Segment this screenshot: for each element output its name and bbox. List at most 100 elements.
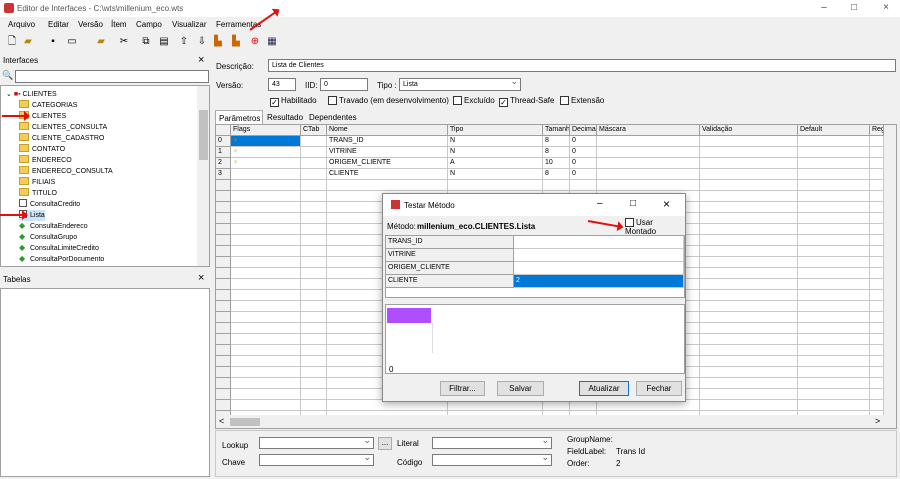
tree-item[interactable]: ◆ ConsultaEndereco xyxy=(19,221,88,232)
close-icon[interactable]: × xyxy=(878,2,894,14)
grid-cell[interactable] xyxy=(798,378,870,389)
iid-field[interactable]: 0 xyxy=(320,78,368,91)
grid-cell[interactable] xyxy=(301,389,327,400)
tree-item[interactable]: ENDERECO xyxy=(19,155,72,166)
tab-dependentes[interactable]: Dependentes xyxy=(307,112,359,123)
grid-cell[interactable]: TRANS_ID xyxy=(327,136,448,147)
column-header[interactable]: Default xyxy=(798,125,870,136)
grid-cell[interactable] xyxy=(301,213,327,224)
grid-cell[interactable]: N xyxy=(448,136,543,147)
copy-icon[interactable]: ⧉ xyxy=(140,36,152,48)
grid-cell[interactable] xyxy=(700,268,798,279)
field-icon[interactable]: ▙ xyxy=(212,36,224,48)
dialog-close-icon[interactable]: × xyxy=(663,197,670,211)
row-header[interactable] xyxy=(216,246,231,257)
column-header[interactable]: Reg xyxy=(870,125,884,136)
grid-cell[interactable]: 8 xyxy=(543,147,570,158)
column-header[interactable]: Nome xyxy=(327,125,448,136)
grid-cell[interactable] xyxy=(870,279,884,290)
tab-parametros[interactable]: Parâmetros xyxy=(215,110,263,124)
interfaces-close-icon[interactable]: × xyxy=(198,54,204,66)
grid-cell[interactable] xyxy=(700,136,798,147)
grid-cell[interactable] xyxy=(301,345,327,356)
grid-cell[interactable]: 0 xyxy=(570,136,597,147)
grid-cell[interactable] xyxy=(798,290,870,301)
grid-cell[interactable] xyxy=(798,301,870,312)
grid-cell[interactable] xyxy=(870,312,884,323)
tree-item[interactable]: CATEGORIAS xyxy=(19,100,77,111)
grid-cell[interactable] xyxy=(798,202,870,213)
grid-cell[interactable] xyxy=(700,202,798,213)
grid-cell[interactable] xyxy=(870,147,884,158)
grid-cell[interactable] xyxy=(700,158,798,169)
grid-cell[interactable] xyxy=(700,279,798,290)
menu-item[interactable]: Ítem xyxy=(111,20,127,29)
grid-cell[interactable] xyxy=(870,301,884,312)
grid-cell[interactable] xyxy=(700,301,798,312)
tree-item[interactable]: ConsultaCredito xyxy=(19,199,80,210)
grid-cell[interactable] xyxy=(798,345,870,356)
grid-cell[interactable]: ♀ xyxy=(231,158,301,169)
grid-cell[interactable] xyxy=(870,224,884,235)
grid-cell[interactable]: 10 xyxy=(543,158,570,169)
grid-cell[interactable] xyxy=(231,356,301,367)
grid-cell[interactable] xyxy=(231,378,301,389)
row-header[interactable] xyxy=(216,345,231,356)
grid-cell[interactable] xyxy=(798,136,870,147)
row-header[interactable] xyxy=(216,356,231,367)
row-header[interactable] xyxy=(216,180,231,191)
row-header[interactable] xyxy=(216,279,231,290)
row-header[interactable] xyxy=(216,334,231,345)
dialog-maximize-icon[interactable]: □ xyxy=(630,198,636,209)
grid-cell[interactable] xyxy=(870,389,884,400)
grid-cell[interactable] xyxy=(231,389,301,400)
search-input[interactable] xyxy=(15,70,209,83)
grid-cell[interactable] xyxy=(798,213,870,224)
grid-cell[interactable]: A xyxy=(448,158,543,169)
column-header[interactable]: Tamanh xyxy=(543,125,570,136)
open-icon[interactable]: ▰ xyxy=(22,36,34,48)
grid-cell[interactable] xyxy=(700,378,798,389)
tree-root[interactable]: ⌄ ■▪ CLIENTES xyxy=(6,89,57,100)
grid-cell[interactable] xyxy=(231,400,301,411)
grid-cell[interactable] xyxy=(597,180,700,191)
tree-scroll-thumb[interactable] xyxy=(199,110,208,160)
grid-cell[interactable] xyxy=(870,180,884,191)
grid-cell[interactable] xyxy=(231,312,301,323)
grid-cell[interactable] xyxy=(231,268,301,279)
grid-cell[interactable] xyxy=(301,169,327,180)
up-icon[interactable]: ⇧ xyxy=(178,36,190,48)
grid-cell[interactable] xyxy=(231,191,301,202)
option-checkbox[interactable]: Excluído xyxy=(453,96,495,105)
grid-cell[interactable] xyxy=(870,290,884,301)
grid-cell[interactable] xyxy=(570,180,597,191)
monitor-icon[interactable]: ▭ xyxy=(66,36,78,48)
grid-cell[interactable] xyxy=(870,158,884,169)
minimize-icon[interactable]: – xyxy=(816,2,832,14)
grid-vscroll[interactable] xyxy=(884,125,896,415)
test-method-icon[interactable]: ⊕ xyxy=(249,36,261,48)
param-value[interactable]: 2 xyxy=(514,275,684,288)
grid-cell[interactable] xyxy=(700,345,798,356)
grid-cell[interactable] xyxy=(700,323,798,334)
grid-cell[interactable] xyxy=(870,246,884,257)
grid-cell[interactable] xyxy=(700,400,798,411)
grid-cell[interactable] xyxy=(301,400,327,411)
grid-cell[interactable] xyxy=(301,334,327,345)
tipo-select[interactable]: Lista xyxy=(399,76,521,91)
tree-item[interactable]: ENDERECO_CONSULTA xyxy=(19,166,113,177)
grid-cell[interactable] xyxy=(231,224,301,235)
grid-cell[interactable] xyxy=(231,323,301,334)
grid-cell[interactable] xyxy=(231,367,301,378)
grid-cell[interactable] xyxy=(700,312,798,323)
tree-item[interactable]: ◆ ConsultaPorDocumento xyxy=(19,254,104,265)
row-header[interactable] xyxy=(216,378,231,389)
grid-cell[interactable] xyxy=(700,246,798,257)
grid-cell[interactable] xyxy=(301,224,327,235)
grid-cell[interactable] xyxy=(798,147,870,158)
grid-cell[interactable] xyxy=(798,323,870,334)
grid-cell[interactable]: ♀ xyxy=(231,136,301,147)
grid-cell[interactable] xyxy=(700,389,798,400)
grid-cell[interactable] xyxy=(798,224,870,235)
grid-cell[interactable] xyxy=(597,158,700,169)
